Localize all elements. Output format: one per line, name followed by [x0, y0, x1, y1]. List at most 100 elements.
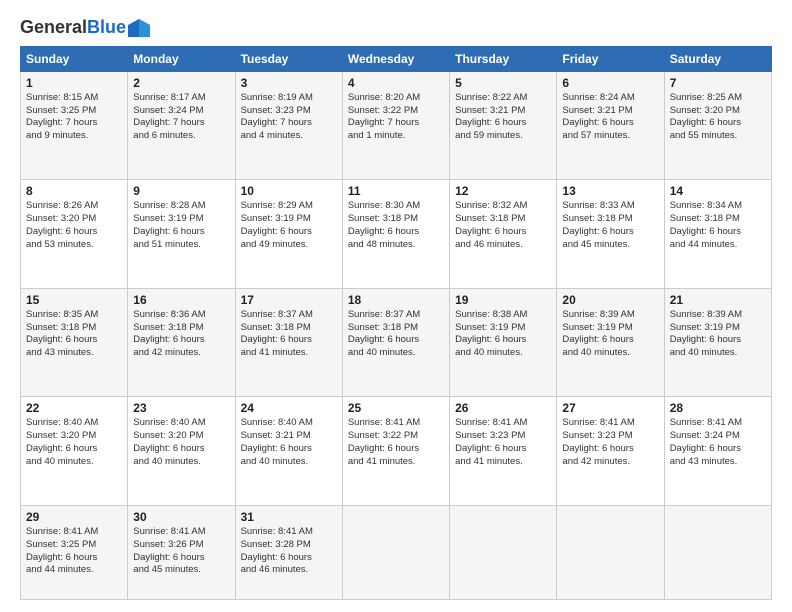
day-number: 8: [26, 184, 122, 198]
day-info: Sunrise: 8:37 AM: [348, 309, 444, 322]
day-number: 24: [241, 401, 337, 415]
logo: GeneralBlue: [20, 18, 150, 38]
day-info: Sunset: 3:19 PM: [133, 213, 229, 226]
calendar-cell: 8Sunrise: 8:26 AMSunset: 3:20 PMDaylight…: [21, 180, 128, 289]
day-header-tuesday: Tuesday: [235, 46, 342, 71]
calendar-cell: [664, 505, 771, 599]
day-info: Sunset: 3:18 PM: [348, 322, 444, 335]
day-info: Daylight: 6 hours: [241, 226, 337, 239]
calendar-cell: 12Sunrise: 8:32 AMSunset: 3:18 PMDayligh…: [450, 180, 557, 289]
calendar-cell: 18 Sunrise: 8:37 AMSunset: 3:18 PMDayligh…: [342, 288, 449, 397]
calendar-cell: 23Sunrise: 8:40 AMSunset: 3:20 PMDayligh…: [128, 397, 235, 506]
day-info: Sunrise: 8:25 AM: [670, 92, 766, 105]
page: GeneralBlue SundayMondayTuesdayWednesday…: [0, 0, 792, 612]
day-info: and 45 minutes.: [562, 239, 658, 252]
day-info: and 40 minutes.: [26, 456, 122, 469]
day-info: and 43 minutes.: [670, 456, 766, 469]
day-number: 21: [670, 293, 766, 307]
day-number: 15: [26, 293, 122, 307]
day-info: Sunset: 3:18 PM: [26, 322, 122, 335]
day-info: and 51 minutes.: [133, 239, 229, 252]
day-info: Daylight: 6 hours: [670, 334, 766, 347]
day-info: Daylight: 6 hours: [562, 443, 658, 456]
day-info: Sunset: 3:26 PM: [133, 539, 229, 552]
day-number: 26: [455, 401, 551, 415]
day-number: 22: [26, 401, 122, 415]
week-row-5: 29Sunrise: 8:41 AMSunset: 3:25 PMDayligh…: [21, 505, 772, 599]
day-info: and 55 minutes.: [670, 130, 766, 143]
day-number: 4: [348, 76, 444, 90]
day-info: Sunset: 3:18 PM: [133, 322, 229, 335]
week-row-2: 8Sunrise: 8:26 AMSunset: 3:20 PMDaylight…: [21, 180, 772, 289]
day-number: 3: [241, 76, 337, 90]
day-info: Daylight: 6 hours: [670, 226, 766, 239]
day-info: Daylight: 7 hours: [241, 117, 337, 130]
calendar-cell: 24Sunrise: 8:40 AMSunset: 3:21 PMDayligh…: [235, 397, 342, 506]
day-info: Daylight: 6 hours: [455, 443, 551, 456]
calendar-cell: 26Sunrise: 8:41 AMSunset: 3:23 PMDayligh…: [450, 397, 557, 506]
day-info: and 46 minutes.: [241, 564, 337, 577]
day-header-sunday: Sunday: [21, 46, 128, 71]
day-info: Daylight: 6 hours: [26, 552, 122, 565]
day-info: Daylight: 6 hours: [348, 334, 444, 347]
day-info: Daylight: 6 hours: [241, 334, 337, 347]
day-number: 20: [562, 293, 658, 307]
day-info: Sunrise: 8:40 AM: [133, 417, 229, 430]
day-info: Sunset: 3:19 PM: [562, 322, 658, 335]
day-info: and 48 minutes.: [348, 239, 444, 252]
day-info: and 44 minutes.: [26, 564, 122, 577]
day-info: Daylight: 6 hours: [26, 226, 122, 239]
day-info: and 46 minutes.: [455, 239, 551, 252]
day-number: 28: [670, 401, 766, 415]
day-info: Sunrise: 8:24 AM: [562, 92, 658, 105]
logo-icon: [128, 19, 150, 37]
day-info: Sunrise: 8:35 AM: [26, 309, 122, 322]
day-info: Sunrise: 8:39 AM: [670, 309, 766, 322]
day-info: Sunset: 3:28 PM: [241, 539, 337, 552]
calendar-header-row: SundayMondayTuesdayWednesdayThursdayFrid…: [21, 46, 772, 71]
day-info: and 41 minutes.: [455, 456, 551, 469]
calendar-cell: 20 Sunrise: 8:39 AMSunset: 3:19 PMDayligh…: [557, 288, 664, 397]
logo-general: General: [20, 17, 87, 37]
calendar-cell: 5Sunrise: 8:22 AMSunset: 3:21 PMDaylight…: [450, 71, 557, 180]
day-info: and 42 minutes.: [133, 347, 229, 360]
day-info: Daylight: 6 hours: [241, 552, 337, 565]
day-info: Sunrise: 8:41 AM: [133, 526, 229, 539]
calendar-cell: 9Sunrise: 8:28 AMSunset: 3:19 PMDaylight…: [128, 180, 235, 289]
day-info: Sunset: 3:21 PM: [562, 105, 658, 118]
week-row-4: 22Sunrise: 8:40 AMSunset: 3:20 PMDayligh…: [21, 397, 772, 506]
day-info: and 59 minutes.: [455, 130, 551, 143]
day-info: Sunset: 3:23 PM: [241, 105, 337, 118]
day-info: Sunrise: 8:41 AM: [26, 526, 122, 539]
day-info: and 4 minutes.: [241, 130, 337, 143]
day-info: Daylight: 6 hours: [133, 443, 229, 456]
day-number: 9: [133, 184, 229, 198]
day-info: Sunset: 3:22 PM: [348, 430, 444, 443]
day-info: Sunset: 3:25 PM: [26, 539, 122, 552]
day-info: Sunrise: 8:15 AM: [26, 92, 122, 105]
day-info: Sunset: 3:22 PM: [348, 105, 444, 118]
day-header-saturday: Saturday: [664, 46, 771, 71]
calendar-cell: 31Sunrise: 8:41 AMSunset: 3:28 PMDayligh…: [235, 505, 342, 599]
day-info: and 49 minutes.: [241, 239, 337, 252]
day-info: and 45 minutes.: [133, 564, 229, 577]
calendar-cell: 13Sunrise: 8:33 AMSunset: 3:18 PMDayligh…: [557, 180, 664, 289]
day-info: Sunset: 3:21 PM: [241, 430, 337, 443]
day-number: 18: [348, 293, 444, 307]
day-info: Daylight: 6 hours: [26, 334, 122, 347]
day-info: Sunrise: 8:29 AM: [241, 200, 337, 213]
day-info: Daylight: 6 hours: [562, 334, 658, 347]
day-info: Sunrise: 8:41 AM: [348, 417, 444, 430]
calendar-cell: 1Sunrise: 8:15 AMSunset: 3:25 PMDaylight…: [21, 71, 128, 180]
day-info: Sunset: 3:23 PM: [455, 430, 551, 443]
day-number: 31: [241, 510, 337, 524]
calendar-cell: 6Sunrise: 8:24 AMSunset: 3:21 PMDaylight…: [557, 71, 664, 180]
day-info: and 41 minutes.: [241, 347, 337, 360]
calendar-cell: 30Sunrise: 8:41 AMSunset: 3:26 PMDayligh…: [128, 505, 235, 599]
day-info: and 43 minutes.: [26, 347, 122, 360]
day-info: Sunrise: 8:40 AM: [241, 417, 337, 430]
day-info: Sunrise: 8:39 AM: [562, 309, 658, 322]
day-info: Daylight: 6 hours: [670, 443, 766, 456]
calendar: SundayMondayTuesdayWednesdayThursdayFrid…: [20, 46, 772, 600]
day-number: 5: [455, 76, 551, 90]
